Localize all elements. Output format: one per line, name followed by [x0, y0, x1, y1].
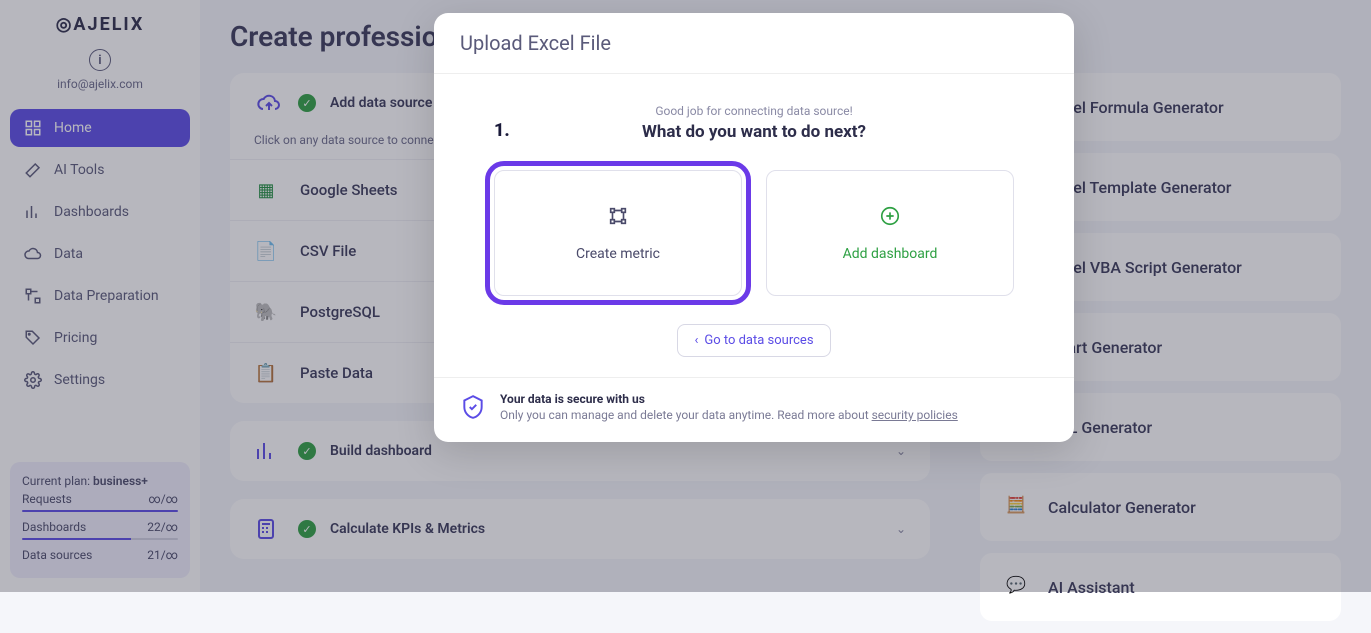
go-to-data-sources-button[interactable]: ‹ Go to data sources: [677, 324, 830, 357]
plus-circle-icon: [879, 205, 901, 232]
step-number: 1.: [494, 120, 510, 141]
create-metric-button[interactable]: Create metric: [494, 170, 742, 296]
what-next-text: What do you want to do next?: [460, 122, 1048, 142]
security-policies-link[interactable]: security policies: [872, 408, 958, 422]
add-dashboard-button[interactable]: Add dashboard: [766, 170, 1014, 296]
metric-icon: [607, 205, 629, 232]
shield-check-icon: [460, 392, 486, 422]
modal-title: Upload Excel File: [434, 13, 1074, 74]
secure-title: Your data is secure with us: [500, 392, 958, 406]
secure-text: Only you can manage and delete your data…: [500, 408, 958, 422]
upload-excel-modal: Upload Excel File 1. Good job for connec…: [434, 13, 1074, 442]
good-job-text: Good job for connecting data source!: [460, 104, 1048, 118]
chevron-left-icon: ‹: [694, 333, 698, 348]
